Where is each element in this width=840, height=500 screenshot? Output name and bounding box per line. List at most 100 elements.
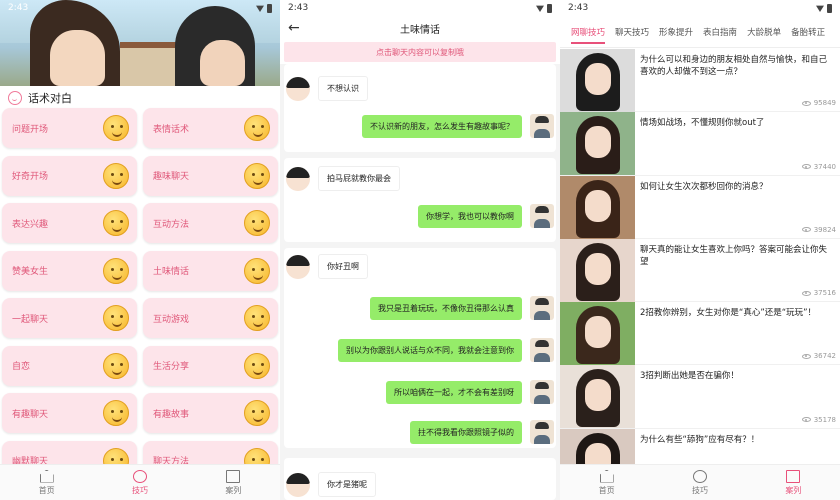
category-tab[interactable]: 网聊技巧 (566, 16, 610, 47)
category-card[interactable]: 互动游戏 (143, 298, 278, 338)
category-card[interactable]: 表情话术 (143, 108, 278, 148)
chat-bubble[interactable]: 不想认识 (318, 76, 368, 101)
category-label: 有趣故事 (153, 409, 190, 420)
emoji-icon (244, 400, 270, 426)
category-card[interactable]: 表达兴趣 (2, 203, 137, 243)
battery-icon (827, 3, 832, 13)
category-tab[interactable]: 备胎转正 (786, 16, 830, 47)
category-card[interactable]: 生活分享 (143, 345, 278, 386)
arrow-left-icon[interactable]: ← (288, 20, 300, 36)
article-item[interactable]: 聊天真的能让女生喜欢上你吗？答案可能会让你失望 37516 (560, 238, 840, 303)
tab-tips[interactable]: 技巧 (132, 469, 148, 496)
emoji-icon (244, 352, 270, 379)
category-card[interactable]: 问题开场 (2, 108, 137, 148)
category-label: 赞美女生 (12, 267, 49, 277)
cases-icon (786, 469, 801, 483)
emoji-icon (244, 210, 270, 236)
chat-message[interactable]: 不认识新的朋友，怎么发生有趣故事呢？ (362, 114, 554, 138)
category-card[interactable]: 互动方法 (143, 203, 278, 243)
female-avatar (286, 166, 310, 191)
eye-icon (801, 164, 811, 170)
emoji-icon (103, 400, 129, 426)
chat-message[interactable]: 拄不得我看你跟照镜子似的 (410, 420, 554, 444)
chat-bubble[interactable]: 别以为你跟别人说话与众不同，我就会注意到你 (338, 338, 522, 362)
chat-bubble[interactable]: 拄不得我看你跟照镜子似的 (410, 420, 522, 444)
article-item[interactable]: 如何让女生次次都秒回你的消息？ 39824 (560, 175, 840, 239)
wifi-icon (536, 5, 544, 12)
category-card[interactable]: 赞美女生 (2, 250, 137, 291)
tab-home[interactable]: 首页 (39, 469, 55, 496)
chat-bubble[interactable]: 你好丑啊 (318, 254, 368, 279)
screen-articles: 2:43 网聊技巧 聊天技巧 形象提升 表白指南 大龄脱单 备胎转正 为什么可以和身边的朋… (560, 0, 840, 500)
emoji-icon (244, 257, 270, 284)
article-item[interactable]: 情场如战场，不懂规则你就out了 37440 (560, 112, 840, 176)
chat-message[interactable]: 别以为你跟别人说话与众不同，我就会注意到你 (338, 338, 554, 362)
view-count: 95849 (801, 99, 836, 107)
chat-bubble[interactable]: 不认识新的朋友，怎么发生有趣故事呢？ (362, 114, 522, 138)
category-label: 土味情话 (153, 267, 190, 277)
category-tab[interactable]: 聊天技巧 (610, 16, 654, 47)
category-card[interactable]: 土味情话 (143, 250, 278, 291)
article-thumbnail (560, 112, 635, 176)
category-tab[interactable]: 表白指南 (698, 16, 742, 47)
category-card[interactable]: 一起聊天 (2, 298, 137, 338)
category-label: 自恋 (12, 362, 31, 372)
chat-message[interactable]: 所以咱俩在一起，才不会有差别呀 (386, 380, 554, 404)
status-time: 2:43 (288, 3, 309, 13)
tab-tips-label: 技巧 (691, 485, 708, 495)
view-count-text: 36742 (813, 352, 836, 361)
bottom-tabbar: 首页 技巧 案列 (0, 464, 280, 500)
category-card[interactable]: 有趣聊天 (2, 393, 137, 433)
tab-tips[interactable]: 技巧 (691, 469, 708, 496)
chat-message[interactable]: 拍马屁就教你最会 (286, 166, 400, 191)
chat-bubble[interactable]: 我只是丑着玩玩，不像你丑得那么认真 (370, 296, 522, 320)
category-card[interactable]: 好奇开场 (2, 155, 137, 196)
screen-phrases: 2:43 话术对白 问题开场 表情话术 好奇开场 趣味聊天 表达兴趣 互动方法 赞美女生 土味… (0, 0, 280, 500)
category-label: 互动方法 (153, 219, 190, 230)
chat-message[interactable]: 你才是猪呢 (286, 472, 376, 497)
eye-icon (801, 353, 811, 359)
category-label: 表情话术 (153, 124, 190, 135)
tab-cases[interactable]: 案列 (225, 469, 241, 496)
status-bar: 2:43 (560, 0, 840, 16)
category-label: 问题开场 (12, 124, 49, 135)
chat-message[interactable]: 你想学，我也可以教你啊 (418, 204, 554, 228)
category-tabs: 网聊技巧 聊天技巧 形象提升 表白指南 大龄脱单 备胎转正 (560, 16, 840, 48)
home-icon (599, 469, 614, 483)
chat-bubble[interactable]: 你想学，我也可以教你啊 (418, 204, 522, 228)
chat-bubble[interactable]: 所以咱俩在一起，才不会有差别呀 (386, 380, 522, 404)
article-item[interactable]: 为什么可以和身边的朋友相处自然与愉快，和自己喜欢的人却做不到这一点？ 95849 (560, 49, 840, 113)
battery-icon (547, 3, 552, 13)
emoji-icon (244, 305, 270, 331)
home-icon (39, 469, 54, 483)
category-tab[interactable]: 大龄脱单 (742, 16, 786, 47)
view-count-text: 35178 (813, 415, 836, 424)
male-avatar (530, 204, 554, 228)
chat-bubble[interactable]: 你才是猪呢 (318, 472, 376, 497)
emoji-icon (103, 162, 129, 189)
chat-area: 不想认识不认识新的朋友，怎么发生有趣故事呢？ 拍马屁就教你最会 你想学，我也可以教你… (280, 64, 560, 500)
article-thumbnail (560, 49, 635, 112)
male-avatar (530, 296, 554, 320)
category-card[interactable]: 趣味聊天 (143, 155, 278, 196)
tab-home[interactable]: 首页 (599, 469, 615, 496)
article-list: 为什么可以和身边的朋友相处自然与愉快，和自己喜欢的人却做不到这一点？ 95849 情… (560, 49, 840, 493)
category-tab[interactable]: 形象提升 (654, 16, 698, 47)
category-card[interactable]: 自恋 (2, 345, 137, 386)
eye-icon (801, 227, 811, 233)
emoji-icon (103, 257, 129, 284)
emoji-icon (244, 115, 270, 141)
emoji-icon (244, 162, 270, 189)
view-count: 39824 (801, 226, 836, 234)
category-card[interactable]: 有趣故事 (143, 393, 278, 433)
article-item[interactable]: 3招判断出她是否在骗你！ 35178 (560, 365, 840, 429)
chat-message[interactable]: 不想认识 (286, 76, 368, 101)
chat-message[interactable]: 你好丑啊 (286, 254, 368, 279)
tab-cases[interactable]: 案列 (785, 469, 801, 496)
status-time: 2:43 (8, 3, 29, 13)
article-item[interactable]: 2招教你辨别，女生对你是“真心”还是“玩玩”！ 36742 (560, 302, 840, 366)
smile-icon (8, 91, 22, 105)
chat-bubble[interactable]: 拍马屁就教你最会 (318, 166, 400, 191)
chat-message[interactable]: 我只是丑着玩玩，不像你丑得那么认真 (370, 296, 554, 320)
category-label: 一起聊天 (12, 314, 49, 325)
